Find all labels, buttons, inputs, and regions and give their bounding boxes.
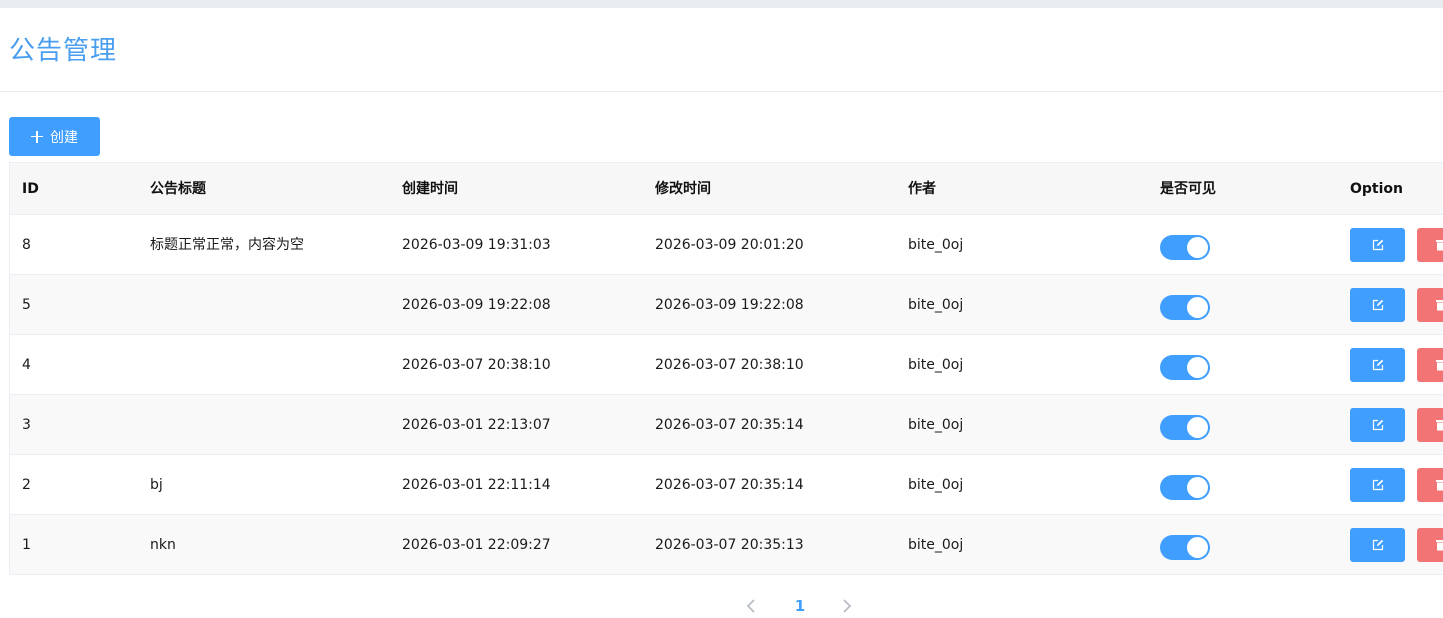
edit-icon: [1372, 539, 1383, 551]
cell-author: bite_0oj: [908, 477, 964, 493]
page-title: 公告管理: [9, 36, 118, 66]
table-row: 1 nkn 2026-03-01 22:09:27 2026-03-07 20:35:…: [10, 515, 1443, 575]
edit-button[interactable]: [1350, 288, 1405, 322]
trash-icon: [1436, 420, 1443, 431]
visible-toggle[interactable]: [1160, 475, 1210, 500]
cell-id: 2: [22, 477, 31, 493]
trash-icon: [1436, 480, 1443, 491]
announcement-table: ID 公告标题 创建时间 修改时间 作者 是否可见 Option 8 标题正常正常…: [9, 162, 1443, 575]
title-divider: [0, 91, 1443, 92]
table-header: ID 公告标题 创建时间 修改时间 作者 是否可见 Option: [10, 162, 1443, 215]
cell-id: 1: [22, 537, 31, 553]
delete-button[interactable]: [1417, 228, 1443, 262]
toggle-knob: [1187, 537, 1208, 558]
toggle-knob: [1187, 417, 1208, 438]
cell-author: bite_0oj: [908, 297, 964, 313]
table-row: 8 标题正常正常，内容为空 2026-03-09 19:31:03 2026-03-0…: [10, 215, 1443, 275]
visible-toggle[interactable]: [1160, 415, 1210, 440]
cell-created: 2026-03-09 19:31:03: [402, 237, 551, 253]
cell-modified: 2026-03-09 19:22:08: [655, 297, 804, 313]
trash-icon: [1436, 240, 1443, 251]
visible-toggle[interactable]: [1160, 535, 1210, 560]
toggle-knob: [1187, 237, 1208, 258]
table-row: 2 bj 2026-03-01 22:11:14 2026-03-07 20:35:1…: [10, 455, 1443, 515]
cell-author: bite_0oj: [908, 417, 964, 433]
table-body: 8 标题正常正常，内容为空 2026-03-09 19:31:03 2026-03-0…: [10, 215, 1443, 575]
column-header-title: 公告标题: [150, 181, 206, 197]
cell-author: bite_0oj: [908, 237, 964, 253]
create-button-label: 创建: [50, 129, 78, 146]
edit-button[interactable]: [1350, 228, 1405, 262]
chevron-right-icon[interactable]: [839, 597, 855, 615]
edit-icon: [1372, 479, 1383, 491]
cell-author: bite_0oj: [908, 537, 964, 553]
edit-icon: [1372, 359, 1383, 371]
pagination: 1: [738, 593, 858, 618]
toggle-knob: [1187, 357, 1208, 378]
cell-created: 2026-03-01 22:11:14: [402, 477, 551, 493]
cell-modified: 2026-03-09 20:01:20: [655, 237, 804, 253]
create-button[interactable]: 创建: [9, 117, 100, 156]
visible-toggle[interactable]: [1160, 235, 1210, 260]
trash-icon: [1436, 360, 1443, 371]
cell-created: 2026-03-01 22:09:27: [402, 537, 551, 553]
edit-button[interactable]: [1350, 528, 1405, 562]
table-row: 4 2026-03-07 20:38:10 2026-03-07 20:38:10 b…: [10, 335, 1443, 395]
column-header-visible: 是否可见: [1160, 181, 1216, 197]
cell-modified: 2026-03-07 20:35:14: [655, 477, 804, 493]
cell-author: bite_0oj: [908, 357, 964, 373]
cell-title: nkn: [150, 537, 176, 553]
cell-created: 2026-03-07 20:38:10: [402, 357, 551, 373]
cell-created: 2026-03-01 22:13:07: [402, 417, 551, 433]
cell-modified: 2026-03-07 20:35:14: [655, 417, 804, 433]
cell-id: 3: [22, 417, 31, 433]
cell-created: 2026-03-09 19:22:08: [402, 297, 551, 313]
toggle-knob: [1187, 297, 1208, 318]
delete-button[interactable]: [1417, 528, 1443, 562]
delete-button[interactable]: [1417, 408, 1443, 442]
delete-button[interactable]: [1417, 288, 1443, 322]
edit-button[interactable]: [1350, 408, 1405, 442]
edit-icon: [1372, 419, 1383, 431]
column-header-modified: 修改时间: [655, 181, 711, 197]
cell-id: 4: [22, 357, 31, 373]
delete-button[interactable]: [1417, 348, 1443, 382]
cell-id: 8: [22, 237, 31, 253]
visible-toggle[interactable]: [1160, 295, 1210, 320]
delete-button[interactable]: [1417, 468, 1443, 502]
table-row: 3 2026-03-01 22:13:07 2026-03-07 20:35:14 b…: [10, 395, 1443, 455]
cell-modified: 2026-03-07 20:35:13: [655, 537, 804, 553]
column-header-created: 创建时间: [402, 181, 458, 197]
chevron-left-icon[interactable]: [743, 597, 759, 615]
column-header-id: ID: [22, 181, 39, 197]
edit-icon: [1372, 299, 1383, 311]
top-strip: [0, 0, 1443, 8]
edit-button[interactable]: [1350, 468, 1405, 502]
edit-button[interactable]: [1350, 348, 1405, 382]
plus-icon: [31, 130, 43, 143]
edit-icon: [1372, 239, 1383, 251]
column-header-author: 作者: [908, 181, 936, 197]
column-header-option: Option: [1350, 181, 1403, 197]
visible-toggle[interactable]: [1160, 355, 1210, 380]
cell-title: 标题正常正常，内容为空: [150, 237, 304, 253]
cell-title: bj: [150, 477, 163, 493]
cell-modified: 2026-03-07 20:38:10: [655, 357, 804, 373]
cell-id: 5: [22, 297, 31, 313]
trash-icon: [1436, 300, 1443, 311]
page-number-current[interactable]: 1: [790, 593, 810, 618]
trash-icon: [1436, 540, 1443, 551]
table-row: 5 2026-03-09 19:22:08 2026-03-09 19:22:08 b…: [10, 275, 1443, 335]
toggle-knob: [1187, 477, 1208, 498]
